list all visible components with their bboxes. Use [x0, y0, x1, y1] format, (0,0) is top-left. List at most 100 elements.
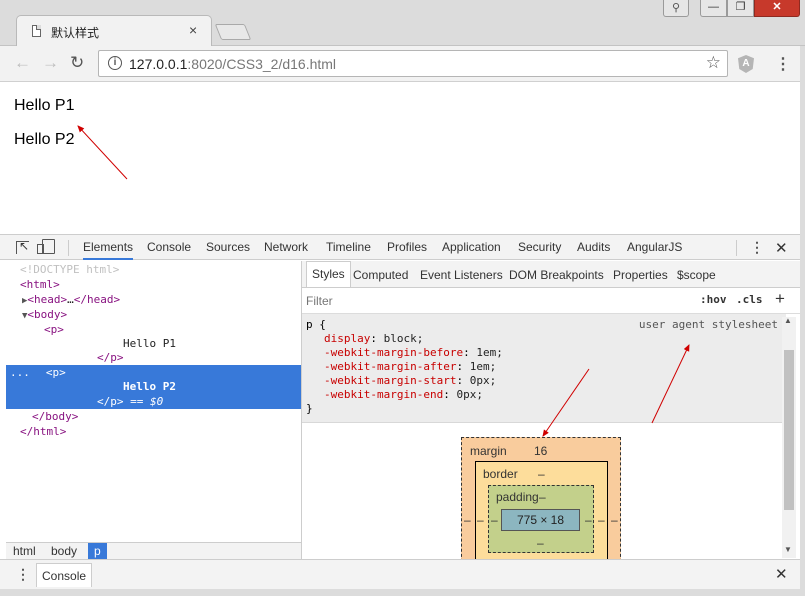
- head-open-tag: <head>: [27, 293, 68, 306]
- dom-body[interactable]: ▼<body>: [22, 307, 317, 322]
- device-toolbar-icon[interactable]: [37, 239, 55, 254]
- css-value: block;: [383, 332, 424, 345]
- tab-dom-breakpoints[interactable]: DOM Breakpoints: [509, 268, 604, 282]
- rule-selector[interactable]: p {: [306, 318, 326, 332]
- breadcrumb-body[interactable]: body: [51, 544, 77, 558]
- tab-profiles[interactable]: Profiles: [387, 240, 427, 254]
- border-left-value[interactable]: –: [477, 513, 484, 527]
- p2-open-tag: <p>: [45, 366, 66, 379]
- dom-p2[interactable]: ... <p>: [10, 365, 305, 380]
- css-declaration[interactable]: display: block;: [324, 332, 423, 346]
- url-text[interactable]: 127.0.0.1:8020/CSS3_2/d16.html: [129, 56, 336, 72]
- tab-timeline[interactable]: Timeline: [326, 240, 371, 254]
- breadcrumb-p[interactable]: p: [88, 543, 107, 560]
- angular-extension-icon[interactable]: A: [738, 55, 754, 73]
- tab-close-icon[interactable]: ×: [189, 22, 197, 38]
- chrome-menu-icon[interactable]: ⋮: [775, 54, 791, 74]
- tab-console[interactable]: Console: [147, 240, 191, 254]
- tab-angularjs[interactable]: AngularJS: [627, 240, 682, 254]
- tab-scope[interactable]: $scope: [677, 268, 716, 282]
- css-value: 1em;: [469, 360, 497, 373]
- border-right-value[interactable]: –: [598, 513, 605, 527]
- rule-close-brace: }: [306, 402, 313, 415]
- forward-icon[interactable]: →: [42, 53, 59, 73]
- breadcrumb-html[interactable]: html: [13, 544, 36, 558]
- bookmark-star-icon[interactable]: ☆: [706, 53, 721, 73]
- tab-computed[interactable]: Computed: [353, 268, 408, 282]
- padding-top-value[interactable]: –: [539, 490, 546, 504]
- padding-right-value[interactable]: –: [585, 513, 592, 527]
- tab-network[interactable]: Network: [264, 240, 308, 254]
- title-bar: 默认样式 × ⚲ — ❐ ✕: [0, 0, 805, 46]
- tab-properties[interactable]: Properties: [613, 268, 668, 282]
- new-tab-button[interactable]: [214, 24, 252, 40]
- dom-body-close[interactable]: </body>: [32, 409, 327, 424]
- paragraph-p1: Hello P1: [14, 97, 75, 114]
- drawer-close-icon[interactable]: ✕: [775, 565, 788, 583]
- close-window-button[interactable]: ✕: [754, 0, 800, 17]
- class-toggle[interactable]: .cls: [736, 293, 763, 306]
- maximize-button[interactable]: ❐: [727, 0, 754, 17]
- dom-p1[interactable]: <p>: [44, 322, 339, 337]
- styles-tab-bar: Styles Computed Event Listeners DOM Brea…: [302, 261, 800, 288]
- tab-event-listeners[interactable]: Event Listeners: [420, 268, 503, 282]
- margin-left-value[interactable]: –: [464, 513, 471, 527]
- border-label: border: [483, 467, 518, 481]
- tab-sources[interactable]: Sources: [206, 240, 250, 254]
- tab-audits[interactable]: Audits: [577, 240, 610, 254]
- scroll-up-icon[interactable]: ▲: [784, 316, 792, 325]
- info-icon[interactable]: i: [108, 56, 122, 70]
- drawer-tab-console[interactable]: Console: [36, 563, 93, 587]
- rule-source-link[interactable]: user agent stylesheet: [639, 318, 778, 331]
- reload-icon[interactable]: ↻: [70, 53, 84, 73]
- css-declaration[interactable]: -webkit-margin-before: 1em;: [324, 346, 503, 360]
- user-icon[interactable]: ⚲: [663, 0, 689, 17]
- hover-state-toggle[interactable]: :hov: [700, 293, 727, 306]
- padding-bottom-value[interactable]: –: [537, 536, 544, 550]
- browser-tab[interactable]: 默认样式 ×: [16, 15, 212, 46]
- drawer-menu-icon[interactable]: ⋮: [16, 566, 30, 583]
- css-declaration[interactable]: -webkit-margin-after: 1em;: [324, 360, 496, 374]
- inspect-element-icon[interactable]: [16, 239, 29, 254]
- styles-filter-input[interactable]: [306, 294, 606, 308]
- page-viewport: Hello P1 Hello P2: [0, 83, 805, 234]
- p1-text: Hello P1: [123, 337, 176, 350]
- padding-left-value[interactable]: –: [491, 513, 498, 527]
- tab-elements[interactable]: Elements: [83, 240, 134, 260]
- p2-close-tag: </p>: [97, 395, 124, 408]
- margin-right-value[interactable]: –: [611, 513, 618, 527]
- elements-tree: <!DOCTYPE html> <html> ▶<head>…</head> ▼…: [6, 261, 301, 541]
- border-value[interactable]: –: [538, 467, 545, 481]
- head-ellipsis: …: [67, 293, 74, 306]
- minimize-button[interactable]: —: [700, 0, 727, 17]
- breadcrumb: html body p: [6, 542, 301, 560]
- scroll-down-icon[interactable]: ▼: [784, 545, 792, 554]
- dom-html[interactable]: <html>: [20, 277, 315, 292]
- padding-label: padding: [496, 490, 539, 504]
- css-declaration[interactable]: -webkit-margin-start: 0px;: [324, 374, 496, 388]
- margin-top-value[interactable]: 16: [534, 444, 547, 458]
- tab-application[interactable]: Application: [442, 240, 501, 254]
- box-model-content[interactable]: 775 × 18: [501, 509, 580, 531]
- devtools-menu-icon[interactable]: ⋮: [750, 239, 764, 256]
- devtools-tab-bar: Elements Console Sources Network Timelin…: [0, 234, 800, 260]
- tab-styles[interactable]: Styles: [306, 261, 351, 287]
- devtools-close-icon[interactable]: ✕: [775, 239, 788, 257]
- p1-close-tag: </p>: [97, 351, 124, 364]
- css-value: 1em;: [476, 346, 503, 359]
- url-host: 127.0.0.1: [129, 56, 188, 72]
- add-rule-button[interactable]: +: [775, 289, 785, 309]
- dom-html-close[interactable]: </html>: [20, 424, 315, 439]
- divider: [68, 240, 69, 256]
- more-dots-icon[interactable]: ...: [10, 366, 30, 379]
- dom-head[interactable]: ▶<head>…</head>: [22, 292, 317, 307]
- page-icon: [32, 25, 41, 37]
- address-bar[interactable]: i 127.0.0.1:8020/CSS3_2/d16.html ☆: [98, 50, 728, 77]
- css-declaration[interactable]: -webkit-margin-end: 0px;: [324, 388, 483, 402]
- dom-doctype[interactable]: <!DOCTYPE html>: [20, 262, 315, 277]
- styles-scrollbar-thumb[interactable]: [784, 350, 794, 510]
- window-frame: [800, 46, 805, 596]
- css-property: -webkit-margin-end: [324, 388, 444, 401]
- back-icon[interactable]: ←: [14, 53, 31, 73]
- tab-security[interactable]: Security: [518, 240, 561, 254]
